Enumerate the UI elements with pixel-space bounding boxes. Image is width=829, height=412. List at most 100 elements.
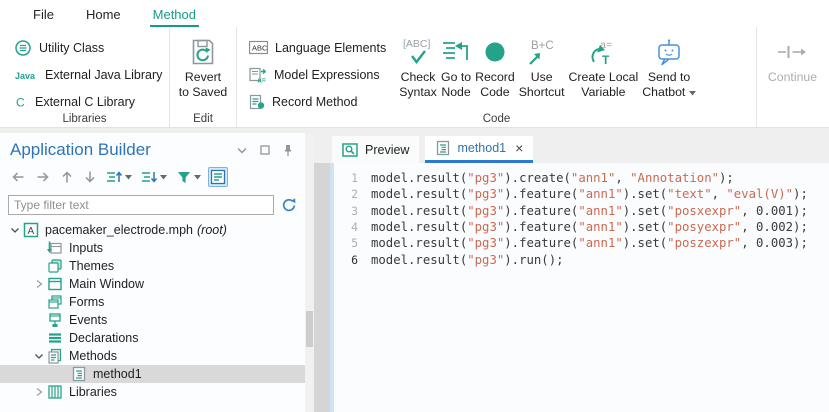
svg-text:[ABC]: [ABC]	[403, 38, 431, 50]
menu-tab-method[interactable]: Method	[150, 3, 199, 27]
revert-saved-icon	[188, 37, 218, 67]
record-method-button[interactable]: Record Method	[245, 88, 397, 115]
editor-toggle-button[interactable]	[208, 167, 228, 187]
tree-item-methods[interactable]: Methods	[0, 347, 305, 365]
tree-item-label: Events	[69, 313, 107, 327]
code-line[interactable]: 4model.result("pg3").feature("ann1").set…	[334, 219, 829, 235]
ribbon: Utility ClassJavaExternal Java LibraryCE…	[0, 27, 829, 128]
revert-to-saved-button[interactable]: Revertto Saved	[177, 32, 230, 102]
tree-item-label: Methods	[69, 349, 117, 363]
code-text: model.result("pg3").create("ann1", "Anno…	[371, 171, 734, 185]
create-local-variable-button[interactable]: a=TCreate LocalVariable	[567, 32, 641, 102]
filter-button[interactable]	[174, 169, 203, 186]
caret-collapsed-icon[interactable]	[30, 277, 47, 291]
language-elements-button[interactable]: ABCLanguage Elements	[245, 34, 397, 61]
dropdown-caret-icon	[125, 175, 132, 180]
code-line[interactable]: 3model.result("pg3").feature("ann1").set…	[334, 203, 829, 219]
move-down-button[interactable]	[81, 168, 99, 186]
line-number: 3	[334, 204, 371, 218]
code-editor[interactable]: 1model.result("pg3").create("ann1", "Ann…	[330, 163, 829, 412]
panel-menu-chevron-icon	[237, 147, 247, 154]
method-file-icon	[71, 366, 88, 382]
external-java-library-button[interactable]: JavaExternal Java Library	[10, 61, 166, 88]
filter-input[interactable]	[8, 195, 274, 215]
code-line[interactable]: 6model.result("pg3").run();	[334, 251, 829, 267]
check-syntax-button[interactable]: [ABC] CheckSyntax	[397, 32, 439, 102]
record-method-icon	[249, 94, 265, 110]
button-label: Record Method	[272, 95, 357, 109]
filter-icon	[176, 170, 192, 185]
external-c-library-button[interactable]: CExternal C Library	[10, 88, 166, 115]
sort-descending-icon	[141, 169, 158, 185]
tree-item-label: Main Window	[69, 277, 144, 291]
continue-icon	[775, 42, 809, 62]
tree-item-pacemaker-electrode-mph[interactable]: Apacemaker_electrode.mph(root)	[0, 221, 305, 239]
tree-item-themes[interactable]: Themes	[0, 257, 305, 275]
tree-item-label: Inputs	[69, 241, 103, 255]
comsol-application-builder-window: File Home Method Utility ClassJavaExternal…	[0, 0, 829, 412]
model-expressions-button[interactable]: a= Model Expressions	[245, 61, 397, 88]
svg-text:T: T	[602, 53, 610, 67]
tree-item-declarations[interactable]: Declarations	[0, 329, 305, 347]
tab-method1[interactable]: method1×	[425, 136, 533, 163]
send-to-chatbot-button[interactable]: Send toChatbot	[640, 32, 698, 102]
line-number: 4	[334, 220, 371, 234]
menu-tab-file[interactable]: File	[30, 3, 57, 27]
button-label: CheckSyntax	[399, 70, 437, 100]
panel-menu-chevron-button[interactable]	[235, 146, 249, 155]
go-to-node-button[interactable]: Go toNode	[439, 32, 473, 102]
editor-panel: Previewmethod1× 1model.result("pg3").cre…	[314, 128, 829, 412]
tree-item-inputs[interactable]: Inputs	[0, 239, 305, 257]
tree-item-events[interactable]: Events	[0, 311, 305, 329]
ribbon-group-continue: Continue	[757, 27, 828, 127]
create-local-variable-icon: a=T	[585, 37, 621, 67]
tree-item-method1[interactable]: method1	[0, 365, 305, 383]
refresh-icon[interactable]	[281, 197, 297, 213]
utility-class-button[interactable]: Utility Class	[10, 34, 166, 61]
code-text: model.result("pg3").feature("ann1").set(…	[371, 220, 808, 234]
line-number: 2	[334, 187, 371, 201]
float-window-button[interactable]	[258, 144, 272, 156]
move-up-button[interactable]	[58, 168, 76, 186]
code-line[interactable]: 5model.result("pg3").feature("ann1").set…	[334, 235, 829, 251]
pin-button[interactable]	[281, 143, 295, 158]
use-shortcut-button[interactable]: B+CUseShortcut	[517, 32, 567, 102]
move-down-icon	[83, 169, 97, 185]
inputs-icon	[47, 240, 64, 256]
tree-item-main-window[interactable]: Main Window	[0, 275, 305, 293]
svg-text:B+C: B+C	[531, 40, 554, 52]
caret-collapsed-icon[interactable]	[30, 385, 47, 399]
svg-text:A: A	[28, 226, 35, 237]
forms-icon	[47, 294, 64, 310]
button-label: Model Expressions	[274, 68, 380, 82]
scrollbar-thumb[interactable]	[306, 311, 313, 347]
sort-ascending-button[interactable]	[104, 168, 134, 186]
tree-item-label: pacemaker_electrode.mph	[45, 223, 193, 237]
button-label: External C Library	[35, 95, 135, 109]
menu-tab-home[interactable]: Home	[83, 3, 124, 27]
continue-button[interactable]: Continue	[766, 32, 819, 87]
sidebar-scrollbar	[305, 133, 314, 412]
nav-back-button[interactable]	[8, 168, 28, 186]
nav-forward-button[interactable]	[33, 168, 53, 186]
tab-preview[interactable]: Preview	[332, 136, 419, 163]
caret-expanded-icon[interactable]	[30, 349, 47, 363]
record-code-button[interactable]: RecordCode	[473, 32, 517, 102]
code-line[interactable]: 1model.result("pg3").create("ann1", "Ann…	[334, 170, 829, 186]
svg-text:a=: a=	[258, 75, 267, 83]
declarations-icon	[47, 330, 64, 346]
panel-window-controls	[235, 143, 295, 158]
code-text: model.result("pg3").run();	[371, 253, 564, 267]
ribbon-group-code: ABCLanguage Elements a= Model Expressions R…	[237, 27, 757, 127]
methods-icon	[47, 348, 64, 364]
caret-expanded-icon[interactable]	[6, 223, 23, 237]
close-icon[interactable]: ×	[515, 142, 523, 154]
code-line[interactable]: 2model.result("pg3").feature("ann1").set…	[334, 186, 829, 202]
tree-item-libraries[interactable]: Libraries	[0, 383, 305, 401]
button-label: Create LocalVariable	[569, 70, 639, 100]
tree-item-forms[interactable]: Forms	[0, 293, 305, 311]
sort-descending-button[interactable]	[139, 168, 169, 186]
application-builder-panel: Application Builder Apacemaker_electrode…	[0, 133, 305, 412]
preview-icon	[342, 142, 359, 158]
sort-ascending-icon	[106, 169, 123, 185]
